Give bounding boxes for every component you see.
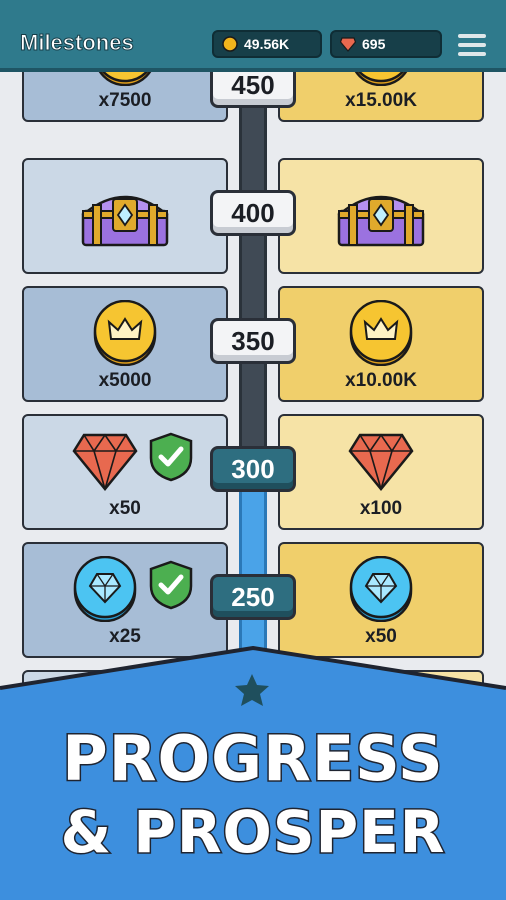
claimed-check-icon — [149, 432, 193, 482]
reward-card-free-300[interactable]: x50 — [22, 414, 228, 530]
reward-card-premium-400[interactable] — [278, 158, 484, 274]
promo-headline: PROGRESS — [61, 721, 444, 797]
gem-amount: 695 — [362, 36, 386, 52]
coin-balance[interactable]: 49.56K — [212, 30, 322, 58]
red-gem-icon — [335, 428, 427, 494]
reward-card-premium-300[interactable]: x100 — [278, 414, 484, 530]
top-bar: Milestones 49.56K 695 — [0, 0, 506, 72]
milestone-marker-400: 400 — [210, 190, 296, 236]
reward-amount: x25 — [109, 626, 141, 647]
promo-subheadline: & PROSPER — [59, 797, 446, 868]
red-gem-icon — [340, 36, 356, 52]
chest-icon — [335, 184, 427, 250]
reward-amount: x50 — [365, 626, 397, 647]
reward-card-free-400[interactable] — [22, 158, 228, 274]
crown-coin-icon — [79, 72, 171, 86]
coin-amount: 49.56K — [244, 36, 290, 52]
crown-coin-icon — [335, 300, 427, 366]
milestone-marker-350: 350 — [210, 318, 296, 364]
gem-balance[interactable]: 695 — [330, 30, 442, 58]
reward-amount: x15.00K — [345, 90, 417, 111]
page-title: Milestones — [20, 30, 135, 56]
reward-card-free-250[interactable]: x25 — [22, 542, 228, 658]
milestone-marker-300: 300 — [210, 446, 296, 492]
reward-amount: x5000 — [98, 370, 152, 391]
reward-card-free-450[interactable]: x7500 — [22, 72, 228, 122]
reward-amount: x50 — [109, 498, 141, 519]
reward-card-free-350[interactable]: x5000 — [22, 286, 228, 402]
red-gem-icon — [59, 428, 151, 494]
milestone-marker-250: 250 — [210, 574, 296, 620]
milestone-marker-450: 450 — [210, 72, 296, 108]
reward-amount: x10.00K — [345, 370, 417, 391]
coin-icon — [222, 36, 238, 52]
star-icon — [235, 674, 269, 706]
chest-icon — [79, 184, 171, 250]
reward-amount: x7500 — [98, 90, 152, 111]
crown-coin-icon — [335, 72, 427, 86]
crown-coin-icon — [79, 300, 171, 366]
blue-gem-coin-icon — [59, 556, 151, 622]
hamburger-menu-icon[interactable] — [458, 34, 486, 56]
promo-banner: PROGRESS & PROSPER — [0, 646, 506, 900]
reward-card-premium-450[interactable]: x15.00K — [278, 72, 484, 122]
reward-card-premium-250[interactable]: x50 — [278, 542, 484, 658]
claimed-check-icon — [149, 560, 193, 610]
blue-gem-coin-icon — [335, 556, 427, 622]
reward-card-premium-350[interactable]: x10.00K — [278, 286, 484, 402]
reward-amount: x100 — [359, 498, 403, 519]
